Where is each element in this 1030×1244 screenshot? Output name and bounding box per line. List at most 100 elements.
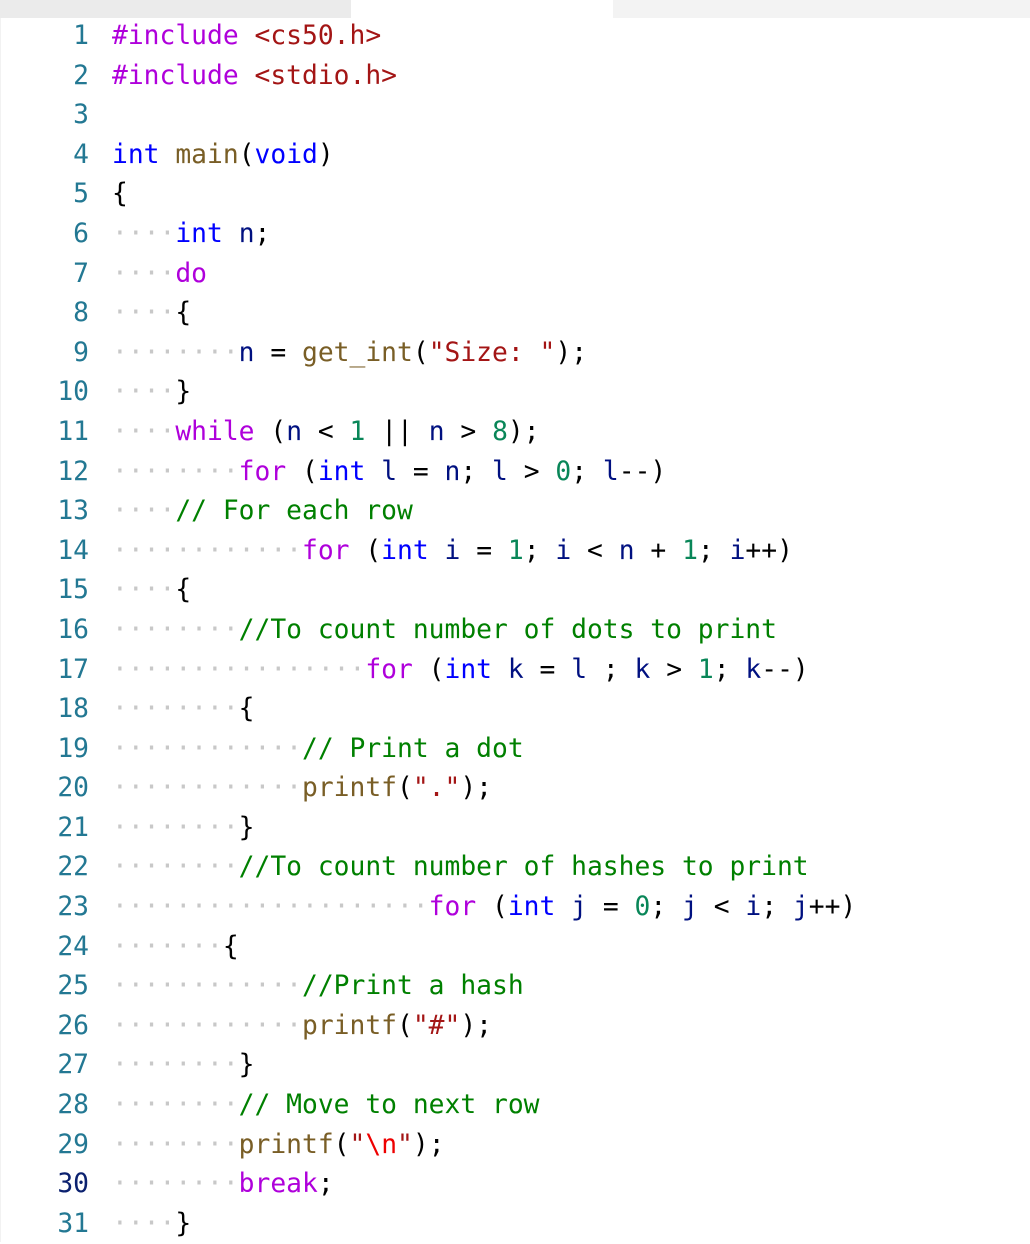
line-number: 22: [57, 852, 89, 883]
code-text: ····················for (int j = 0; j < …: [112, 888, 856, 928]
token-pun: [239, 61, 255, 91]
token-pun: (: [238, 139, 255, 170]
code-text: ····while (n < 1 || n > 8);: [112, 413, 540, 453]
code-line[interactable]: 8 ····{: [0, 294, 1030, 334]
whitespace-indicator: ············: [112, 971, 302, 1002]
whitespace-indicator: ········: [112, 694, 239, 725]
token-pun: );: [460, 773, 493, 804]
token-pun: ): [777, 535, 793, 566]
token-pun: (: [254, 416, 287, 447]
line-number: 18: [57, 694, 89, 725]
code-line[interactable]: 9 ········n = get_int("Size: ");: [0, 334, 1030, 374]
token-pun: (: [333, 1129, 350, 1160]
token-pun: (: [397, 773, 413, 804]
token-pun: ;: [317, 1169, 334, 1200]
code-line[interactable]: 18 ········{: [0, 690, 1030, 730]
token-op: --: [618, 456, 651, 487]
code-line[interactable]: 29 ········printf("\n");: [0, 1126, 1030, 1166]
code-editor[interactable]: 1 #include <cs50.h> 2 #include <stdio.h> 3 4 i…: [0, 17, 1030, 1244]
token-op: >: [650, 654, 698, 685]
token-op: +: [634, 535, 683, 566]
token-var: j: [682, 892, 698, 923]
token-pun: ): [317, 139, 334, 170]
token-pun: [160, 140, 176, 170]
code-line[interactable]: 20 ············printf(".");: [0, 769, 1030, 809]
token-op: =: [460, 535, 508, 566]
code-text: ·······{: [112, 928, 239, 968]
token-type: int: [317, 456, 366, 487]
code-line[interactable]: 30 ········break;: [0, 1165, 1030, 1205]
line-number: 31: [57, 1208, 89, 1239]
token-esc: \n: [365, 1129, 398, 1160]
token-str: <cs50.h>: [254, 21, 382, 51]
code-line[interactable]: 19 ············// Print a dot: [0, 730, 1030, 770]
line-number: 16: [57, 614, 89, 645]
token-op: =: [523, 654, 572, 685]
code-text: ········}: [112, 809, 255, 849]
code-line[interactable]: 17 ················for (int k = l ; k > 1…: [0, 651, 1030, 691]
line-number: 3: [73, 100, 89, 131]
token-type: void: [254, 139, 318, 170]
token-op: <: [697, 892, 746, 923]
line-number: 5: [73, 179, 89, 210]
token-pun: [555, 892, 571, 922]
token-str: ": [349, 1129, 366, 1160]
code-line[interactable]: 16 ········//To count number of dots to p…: [0, 611, 1030, 651]
code-line[interactable]: 5{: [0, 175, 1030, 215]
token-type: int: [444, 654, 493, 685]
token-pun: ;: [761, 892, 793, 923]
code-line[interactable]: 7 ····do: [0, 255, 1030, 295]
code-line[interactable]: 23 ····················for (int j = 0; j …: [0, 888, 1030, 928]
token-op: >: [507, 456, 556, 487]
line-number: 21: [57, 812, 89, 843]
token-pun: {: [175, 298, 192, 329]
code-line[interactable]: 25 ············//Print a hash: [0, 967, 1030, 1007]
whitespace-indicator: ········: [112, 1129, 239, 1160]
token-var: l: [381, 456, 398, 487]
whitespace-indicator: ····················: [112, 892, 429, 923]
whitespace-indicator: ············: [112, 733, 302, 764]
token-pun: {: [112, 179, 128, 210]
code-line[interactable]: 1 #include <cs50.h>: [0, 17, 1030, 57]
code-line[interactable]: 13 ····// For each row: [0, 492, 1030, 532]
token-kw: while: [175, 416, 255, 447]
code-text: ····// For each row: [112, 492, 413, 532]
code-line[interactable]: 3: [0, 96, 1030, 136]
token-com: //To count number of hashes to print: [238, 852, 809, 883]
token-kw: do: [175, 258, 208, 289]
tab-bar-right: [613, 0, 1030, 18]
line-number: 15: [57, 575, 89, 606]
code-text: ········//To count number of dots to pri…: [112, 611, 777, 651]
line-number: 26: [57, 1010, 89, 1041]
token-pun: (: [397, 1010, 413, 1041]
token-num: 8: [492, 416, 508, 447]
code-line[interactable]: 14 ············for (int i = 1; i < n + 1;…: [0, 532, 1030, 572]
whitespace-indicator: ········: [112, 337, 239, 368]
code-line[interactable]: 4 int main(void): [0, 136, 1030, 176]
token-var: n: [444, 456, 461, 487]
token-var: j: [792, 892, 809, 923]
token-fn: main: [175, 139, 239, 170]
code-line[interactable]: 12 ········for (int l = n; l > 0; l--): [0, 453, 1030, 493]
code-line[interactable]: 10 ····}: [0, 373, 1030, 413]
code-line[interactable]: 6 ····int n;: [0, 215, 1030, 255]
whitespace-indicator: ····: [112, 377, 176, 408]
token-kw: for: [428, 892, 477, 923]
code-line[interactable]: 21 ········}: [0, 809, 1030, 849]
whitespace-indicator: ····: [112, 416, 176, 447]
token-var: j: [571, 892, 588, 923]
code-line[interactable]: 26 ············printf("#");: [0, 1007, 1030, 1047]
line-number: 24: [57, 931, 89, 962]
code-line[interactable]: 2 #include <stdio.h>: [0, 57, 1030, 97]
code-line[interactable]: 24 ·······{: [0, 928, 1030, 968]
token-pun: }: [175, 377, 192, 408]
code-line[interactable]: 28 ········// Move to next row: [0, 1086, 1030, 1126]
code-line[interactable]: 31 ····}: [0, 1205, 1030, 1244]
code-line[interactable]: 15 ····{: [0, 571, 1030, 611]
whitespace-indicator: ········: [112, 1050, 239, 1081]
code-line[interactable]: 22 ········//To count number of hashes to…: [0, 848, 1030, 888]
code-line[interactable]: 11 ····while (n < 1 || n > 8);: [0, 413, 1030, 453]
code-line[interactable]: 27 ········}: [0, 1046, 1030, 1086]
code-text: ············//Print a hash: [112, 967, 524, 1007]
token-op: <: [302, 416, 350, 447]
